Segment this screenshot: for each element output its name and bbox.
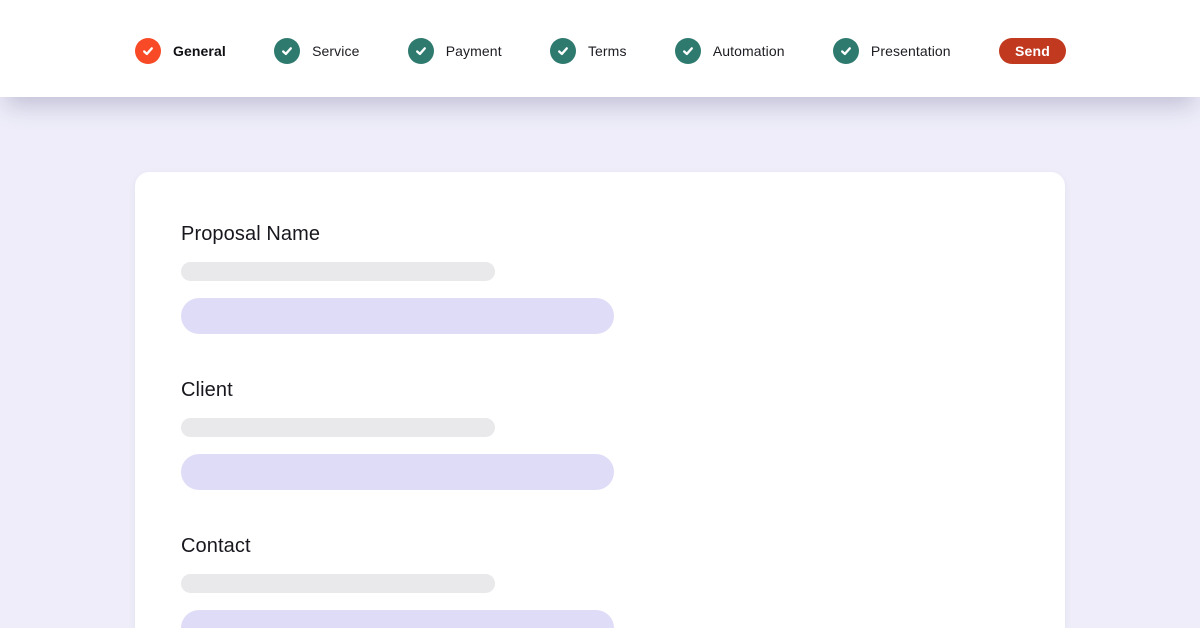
step-general[interactable]: General: [135, 38, 226, 64]
step-label: Presentation: [871, 43, 951, 59]
send-button[interactable]: Send: [999, 38, 1066, 64]
step-label: Payment: [446, 43, 502, 59]
proposal-name-input[interactable]: [181, 298, 614, 334]
stepper-nav: General Service Payment Terms Automation: [135, 0, 1066, 97]
check-icon: [833, 38, 859, 64]
check-icon: [550, 38, 576, 64]
field-helper-skeleton: [181, 574, 495, 593]
proposal-form-card: Proposal Name Client Contact: [135, 172, 1065, 628]
check-icon: [675, 38, 701, 64]
contact-input[interactable]: [181, 610, 614, 628]
step-label: Terms: [588, 43, 627, 59]
field-helper-skeleton: [181, 262, 495, 281]
stepper-header: General Service Payment Terms Automation: [0, 0, 1200, 97]
step-service[interactable]: Service: [274, 38, 359, 64]
step-presentation[interactable]: Presentation: [833, 38, 951, 64]
check-icon: [135, 38, 161, 64]
check-icon: [274, 38, 300, 64]
step-label: Automation: [713, 43, 785, 59]
field-label-contact: Contact: [181, 534, 1019, 558]
check-icon: [408, 38, 434, 64]
step-terms[interactable]: Terms: [550, 38, 627, 64]
step-payment[interactable]: Payment: [408, 38, 502, 64]
field-label-client: Client: [181, 378, 1019, 402]
client-input[interactable]: [181, 454, 614, 490]
step-automation[interactable]: Automation: [675, 38, 785, 64]
field-label-proposal-name: Proposal Name: [181, 222, 1019, 246]
field-group-client: Client: [181, 378, 1019, 490]
field-helper-skeleton: [181, 418, 495, 437]
field-group-proposal-name: Proposal Name: [181, 222, 1019, 334]
field-group-contact: Contact: [181, 534, 1019, 628]
step-label: Service: [312, 43, 359, 59]
step-label: General: [173, 43, 226, 59]
